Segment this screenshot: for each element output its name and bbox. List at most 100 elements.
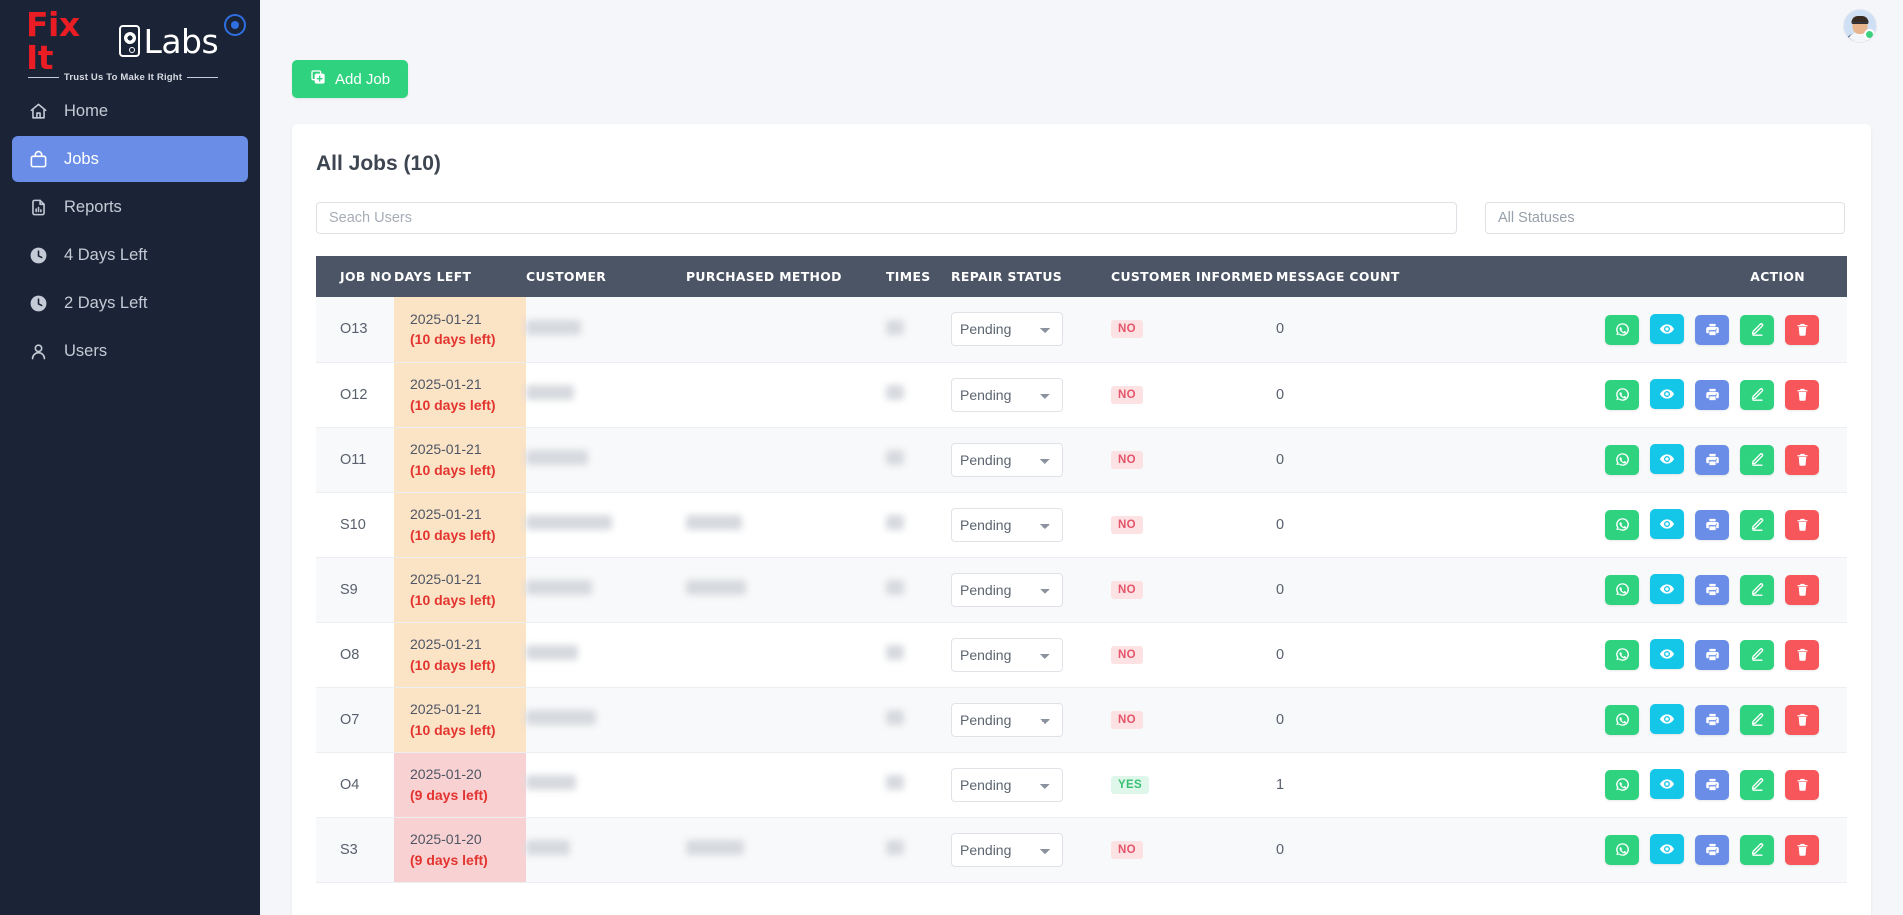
whatsapp-button[interactable] — [1605, 509, 1639, 540]
repair-status-select[interactable]: Pending — [951, 442, 1063, 477]
sidebar-item-4-days-left[interactable]: 4 Days Left — [12, 232, 248, 278]
search-input[interactable] — [316, 202, 1457, 234]
target-icon[interactable] — [224, 14, 246, 36]
eye-button[interactable] — [1650, 704, 1684, 735]
col-message-count[interactable]: MESSAGE COUNT — [1276, 256, 1431, 297]
col-repair-status[interactable]: REPAIR STATUS — [951, 256, 1111, 297]
cell-repair-status[interactable]: Pending — [951, 427, 1111, 492]
sidebar-item-jobs[interactable]: Jobs — [12, 136, 248, 182]
pencil-button[interactable] — [1740, 314, 1774, 345]
table-row[interactable]: S10 2025-01-21 (10 days left) Pending NO 0 — [316, 492, 1847, 557]
whatsapp-button[interactable] — [1605, 444, 1639, 475]
table-row[interactable]: O4 2025-01-20 (9 days left) Pending YES 1 — [316, 752, 1847, 817]
table-row[interactable]: S3 2025-01-20 (9 days left) Pending NO 0 — [316, 817, 1847, 882]
repair-status-select[interactable]: Pending — [951, 832, 1063, 867]
whatsapp-button[interactable] — [1605, 379, 1639, 410]
pencil-button[interactable] — [1740, 509, 1774, 540]
sidebar-item-home[interactable]: Home — [12, 88, 248, 134]
repair-status-select[interactable]: Pending — [951, 572, 1063, 607]
pencil-button[interactable] — [1740, 834, 1774, 865]
print-button[interactable] — [1695, 834, 1729, 865]
trash-button[interactable] — [1785, 769, 1819, 800]
due-date-text: 2025-01-21 — [410, 506, 482, 523]
cell-repair-status[interactable]: Pending — [951, 687, 1111, 752]
trash-button[interactable] — [1785, 444, 1819, 475]
cell-repair-status[interactable]: Pending — [951, 492, 1111, 557]
whatsapp-button[interactable] — [1605, 834, 1639, 865]
app-root: Fix It Labs Trust Us To Make It Right Ho… — [0, 0, 1903, 915]
col-times[interactable]: TIMES — [886, 256, 951, 297]
due-date-text: 2025-01-21 — [410, 441, 482, 458]
whatsapp-button[interactable] — [1605, 574, 1639, 605]
repair-status-select[interactable]: Pending — [951, 702, 1063, 737]
repair-status-select[interactable]: Pending — [951, 767, 1063, 802]
whatsapp-button[interactable] — [1605, 769, 1639, 800]
eye-button[interactable] — [1650, 639, 1684, 670]
eye-button[interactable] — [1650, 314, 1684, 344]
add-job-button[interactable]: Add Job — [292, 60, 409, 98]
trash-icon — [1795, 517, 1810, 532]
cell-customer — [526, 362, 686, 427]
table-row[interactable]: S9 2025-01-21 (10 days left) Pending NO 0 — [316, 557, 1847, 622]
avatar[interactable] — [1843, 9, 1877, 43]
print-button[interactable] — [1695, 444, 1729, 475]
eye-button[interactable] — [1650, 834, 1684, 865]
col-customer-informed[interactable]: CUSTOMER INFORMED — [1111, 256, 1276, 297]
repair-status-select[interactable]: Pending — [951, 507, 1063, 542]
cell-repair-status[interactable]: Pending — [951, 622, 1111, 687]
cell-message-count: 0 — [1276, 362, 1431, 427]
trash-button[interactable] — [1785, 509, 1819, 540]
eye-button[interactable] — [1650, 444, 1684, 475]
repair-status-select[interactable]: Pending — [951, 637, 1063, 672]
table-row[interactable]: O7 2025-01-21 (10 days left) Pending NO 0 — [316, 687, 1847, 752]
trash-button[interactable] — [1785, 314, 1819, 345]
pencil-button[interactable] — [1740, 704, 1774, 735]
print-button[interactable] — [1695, 379, 1729, 410]
cell-repair-status[interactable]: Pending — [951, 557, 1111, 622]
cell-repair-status[interactable]: Pending — [951, 817, 1111, 882]
eye-button[interactable] — [1650, 509, 1684, 540]
brand-logo[interactable]: Fix It Labs Trust Us To Make It Right — [0, 4, 260, 83]
status-filter-select[interactable]: All Statuses — [1485, 202, 1845, 234]
trash-button[interactable] — [1785, 704, 1819, 735]
trash-button[interactable] — [1785, 639, 1819, 670]
pencil-button[interactable] — [1740, 379, 1774, 410]
repair-status-select[interactable]: Pending — [951, 377, 1063, 412]
print-button[interactable] — [1695, 509, 1729, 540]
whatsapp-button[interactable] — [1605, 314, 1639, 345]
whatsapp-button[interactable] — [1605, 639, 1639, 670]
eye-button[interactable] — [1650, 574, 1684, 605]
eye-button[interactable] — [1650, 769, 1684, 800]
sidebar-item-reports[interactable]: Reports — [12, 184, 248, 230]
pencil-button[interactable] — [1740, 444, 1774, 475]
print-button[interactable] — [1695, 639, 1729, 670]
print-button[interactable] — [1695, 704, 1729, 735]
pencil-button[interactable] — [1740, 769, 1774, 800]
cell-repair-status[interactable]: Pending — [951, 297, 1111, 362]
table-row[interactable]: O12 2025-01-21 (10 days left) Pending NO 0 — [316, 362, 1847, 427]
col-customer[interactable]: CUSTOMER — [526, 256, 686, 297]
cell-repair-status[interactable]: Pending — [951, 752, 1111, 817]
cell-repair-status[interactable]: Pending — [951, 362, 1111, 427]
print-button[interactable] — [1695, 314, 1729, 345]
sidebar-item-users[interactable]: Users — [12, 328, 248, 374]
table-row[interactable]: O13 2025-01-21 (10 days left) Pending NO 0 — [316, 297, 1847, 362]
sidebar-item-2-days-left[interactable]: 2 Days Left — [12, 280, 248, 326]
trash-icon — [1795, 452, 1810, 467]
col-job-no[interactable]: JOB NO — [316, 256, 394, 297]
trash-button[interactable] — [1785, 379, 1819, 410]
trash-button[interactable] — [1785, 574, 1819, 605]
whatsapp-button[interactable] — [1605, 704, 1639, 735]
col-purchased-method[interactable]: PURCHASED METHOD — [686, 256, 886, 297]
print-button[interactable] — [1695, 574, 1729, 605]
eye-button[interactable] — [1650, 379, 1684, 410]
pencil-button[interactable] — [1740, 574, 1774, 605]
table-row[interactable]: O11 2025-01-21 (10 days left) Pending NO 0 — [316, 427, 1847, 492]
repair-status-select[interactable]: Pending — [951, 312, 1063, 347]
cell-times — [886, 492, 951, 557]
table-row[interactable]: O8 2025-01-21 (10 days left) Pending NO 0 — [316, 622, 1847, 687]
col-days-left[interactable]: DAYS LEFT — [394, 256, 526, 297]
pencil-button[interactable] — [1740, 639, 1774, 670]
trash-button[interactable] — [1785, 834, 1819, 865]
print-button[interactable] — [1695, 769, 1729, 800]
